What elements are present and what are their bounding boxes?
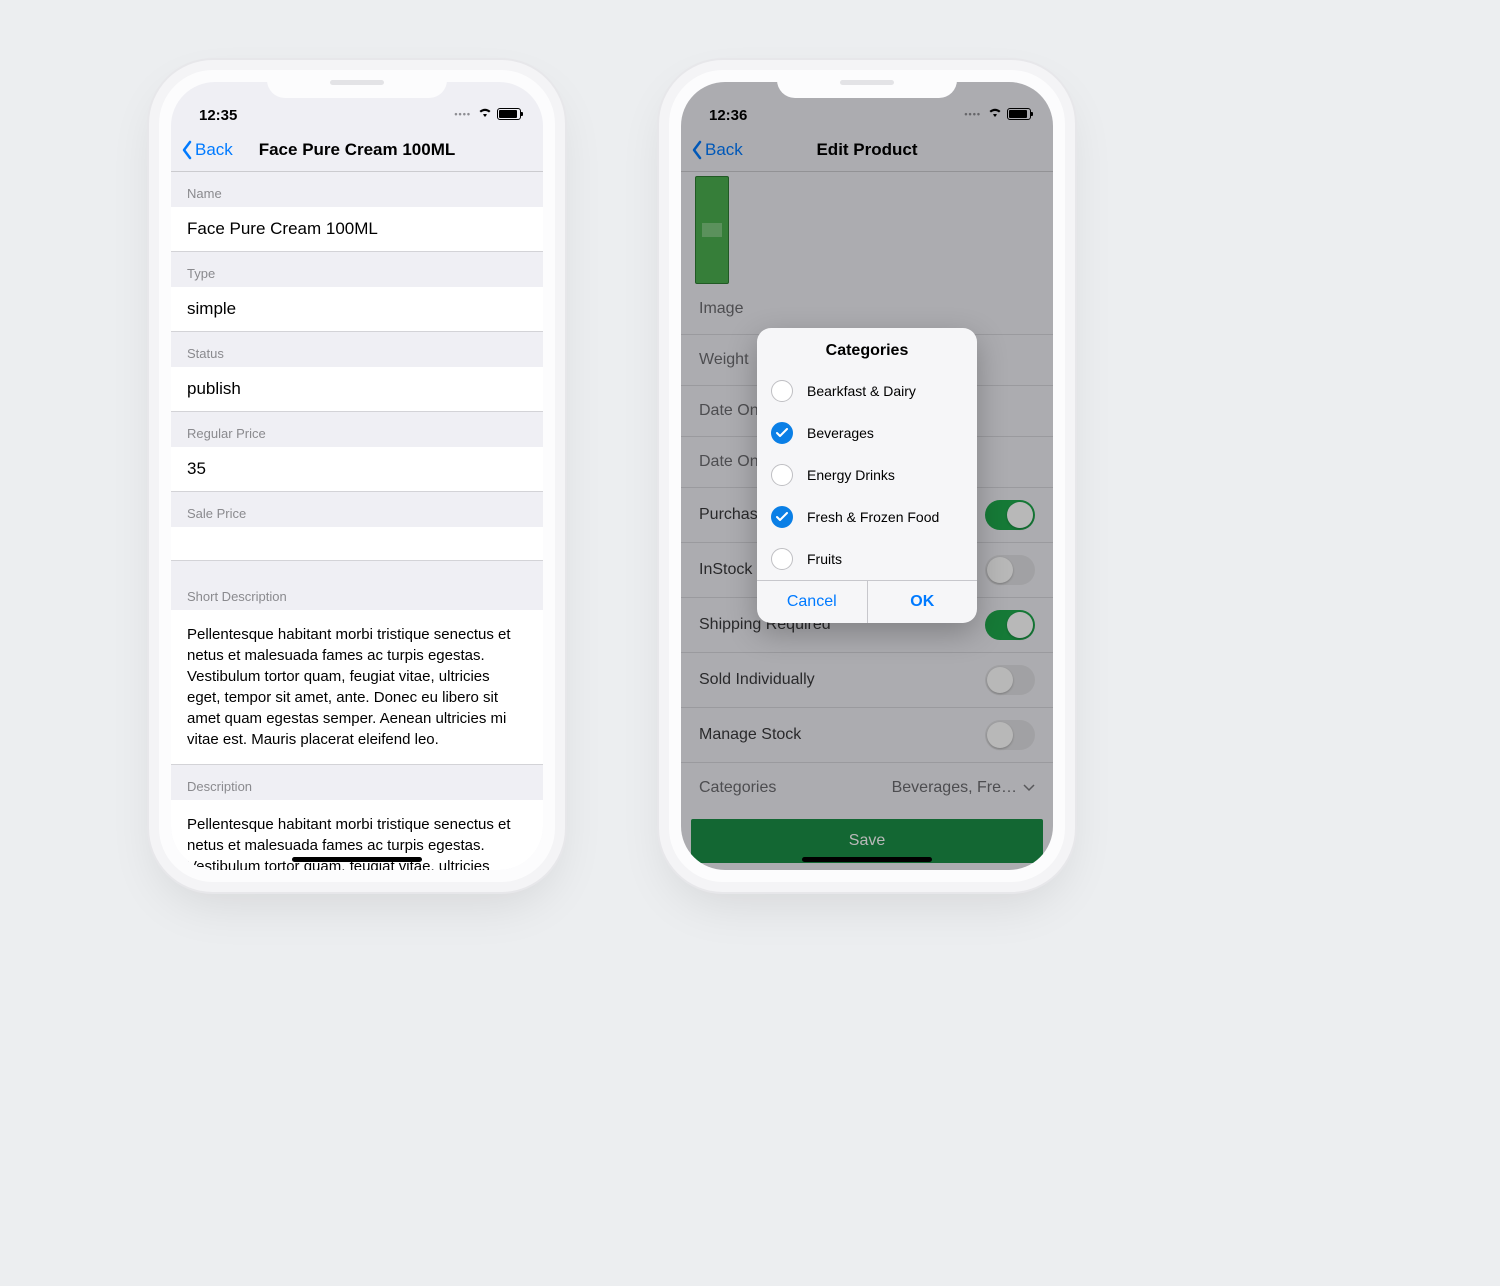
short-description-field[interactable]: Pellentesque habitant morbi tristique se… — [171, 610, 543, 765]
chevron-left-icon — [181, 140, 193, 160]
option-breakfast[interactable]: Bearkfast & Dairy — [757, 370, 977, 412]
nav-bar: Back Face Pure Cream 100ML — [171, 128, 543, 172]
sale-price-field[interactable] — [171, 527, 543, 561]
ok-button[interactable]: OK — [867, 581, 978, 623]
label-regular-price: Regular Price — [171, 412, 543, 447]
back-button[interactable]: Back — [181, 128, 233, 171]
radio-checked-icon — [771, 422, 793, 444]
label-short-desc: Short Description — [171, 575, 543, 610]
option-energy[interactable]: Energy Drinks — [757, 454, 977, 496]
label-sale-price: Sale Price — [171, 492, 543, 527]
phone-mockup-right: 12:36 •••• Back Edit Product — [669, 70, 1065, 882]
radio-unchecked-icon — [771, 464, 793, 486]
home-indicator[interactable] — [802, 857, 932, 862]
option-label: Fruits — [807, 551, 842, 567]
cell-dots-icon: •••• — [454, 109, 471, 119]
status-field[interactable]: publish — [171, 367, 543, 412]
notch — [777, 70, 957, 98]
radio-unchecked-icon — [771, 380, 793, 402]
label-desc: Description — [171, 765, 543, 800]
option-label: Beverages — [807, 425, 874, 441]
label-name: Name — [171, 172, 543, 207]
screen-right: 12:36 •••• Back Edit Product — [681, 82, 1053, 870]
radio-unchecked-icon — [771, 548, 793, 570]
modal-title: Categories — [757, 328, 977, 370]
option-fresh-frozen[interactable]: Fresh & Frozen Food — [757, 496, 977, 538]
phone-mockup-left: 12:35 •••• Back Face Pure Cream 100ML Na… — [159, 70, 555, 882]
back-label: Back — [195, 140, 233, 160]
regular-price-field[interactable]: 35 — [171, 447, 543, 492]
type-field[interactable]: simple — [171, 287, 543, 332]
radio-checked-icon — [771, 506, 793, 528]
label-type: Type — [171, 252, 543, 287]
battery-icon — [497, 108, 521, 120]
page-title: Face Pure Cream 100ML — [259, 140, 456, 160]
label-status: Status — [171, 332, 543, 367]
form-content: Name Face Pure Cream 100ML Type simple S… — [171, 172, 543, 870]
status-time: 12:35 — [199, 107, 237, 124]
option-fruits[interactable]: Fruits — [757, 538, 977, 580]
screen-left: 12:35 •••• Back Face Pure Cream 100ML Na… — [171, 82, 543, 870]
cancel-button[interactable]: Cancel — [757, 581, 867, 623]
option-beverages[interactable]: Beverages — [757, 412, 977, 454]
categories-modal: Categories Bearkfast & Dairy Beverages E… — [757, 328, 977, 623]
status-indicators: •••• — [454, 105, 521, 122]
name-field[interactable]: Face Pure Cream 100ML — [171, 207, 543, 252]
modal-actions: Cancel OK — [757, 580, 977, 623]
notch — [267, 70, 447, 98]
option-label: Energy Drinks — [807, 467, 895, 483]
option-label: Bearkfast & Dairy — [807, 383, 916, 399]
option-label: Fresh & Frozen Food — [807, 509, 939, 525]
modal-options: Bearkfast & Dairy Beverages Energy Drink… — [757, 370, 977, 580]
wifi-icon — [477, 105, 493, 122]
home-indicator[interactable] — [292, 857, 422, 862]
